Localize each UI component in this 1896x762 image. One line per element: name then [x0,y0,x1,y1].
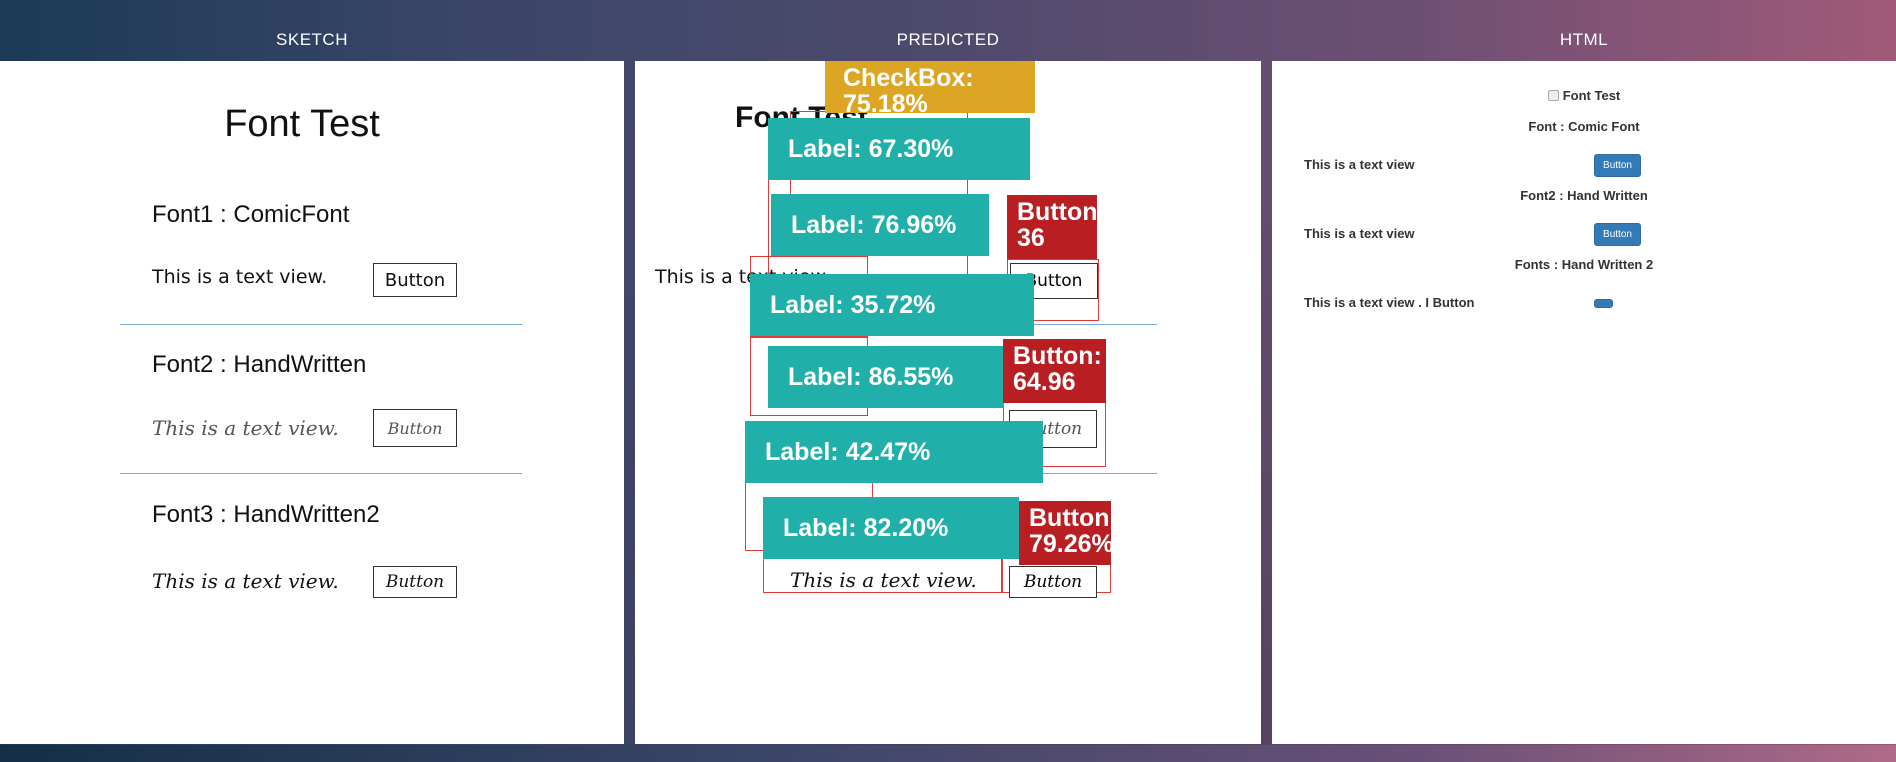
html-text3: This is a text view . I Button [1304,295,1475,310]
label-prediction: Label: 86.55% [768,346,1004,408]
html-font2-heading: Font2 : Hand Written [1520,188,1648,203]
sketch-text1: This is a text view. [152,266,328,288]
html-font3-heading: Fonts : Hand Written 2 [1514,257,1654,272]
label-prediction: Label: 67.30% [768,118,1030,180]
html-text2: This is a text view [1304,226,1415,241]
predicted-under-button3[interactable]: Button [1009,566,1097,598]
html-text1: This is a text view [1304,157,1415,172]
button-prediction: Button: 36 [1007,195,1097,259]
label-prediction: Label: 76.96% [771,194,989,256]
html-button1[interactable]: Button [1594,154,1641,177]
html-button2[interactable]: Button [1594,223,1641,246]
sketch-text3: This is a text view. [152,569,339,593]
checkbox-prediction: CheckBox: 75.18% [825,61,1035,117]
column-title-predicted: PREDICTED [896,30,1000,49]
bottom-bar [0,745,1896,762]
html-font1-heading: Font : Comic Font [1528,119,1640,134]
sketch-divider-1 [120,324,522,325]
predicted-panel: Font Test This is a text view. This is a… [635,61,1261,744]
sketch-font1-heading: Font1 : ComicFont [152,201,350,228]
button-prediction: Button: 64.96 [1003,339,1106,403]
html-panel: Font Test Font : Comic Font This is a te… [1272,61,1896,744]
label-prediction: Label: 42.47% [745,421,1043,483]
sketch-font2-heading: Font2 : HandWritten [152,351,367,378]
label-prediction: Label: 82.20% [763,497,1019,559]
column-title-html: HTML [1559,30,1609,49]
predicted-overlay: Font Test This is a text view. This is a… [635,61,1261,744]
column-title-sketch: SKETCH [276,30,348,49]
button-prediction: Button: 79.26% [1019,501,1111,565]
html-button3[interactable] [1594,299,1613,308]
sketch-button1[interactable]: Button [373,263,457,297]
label-prediction: Label: 35.72% [750,274,1034,336]
checkbox-icon[interactable] [1547,90,1559,101]
html-checkbox-row[interactable]: Font Test [1272,88,1896,103]
sketch-text2: This is a text view. [152,416,339,440]
sketch-button3[interactable]: Button [373,566,457,598]
sketch-title: Font Test [224,103,380,145]
sketch-panel: Font Test Font1 : ComicFont This is a te… [0,61,624,744]
sketch-font3-heading: Font3 : HandWritten2 [152,501,380,528]
html-checkbox-label: Font Test [1562,88,1621,103]
sketch-button2[interactable]: Button [373,409,457,447]
sketch-divider-2 [120,473,522,474]
